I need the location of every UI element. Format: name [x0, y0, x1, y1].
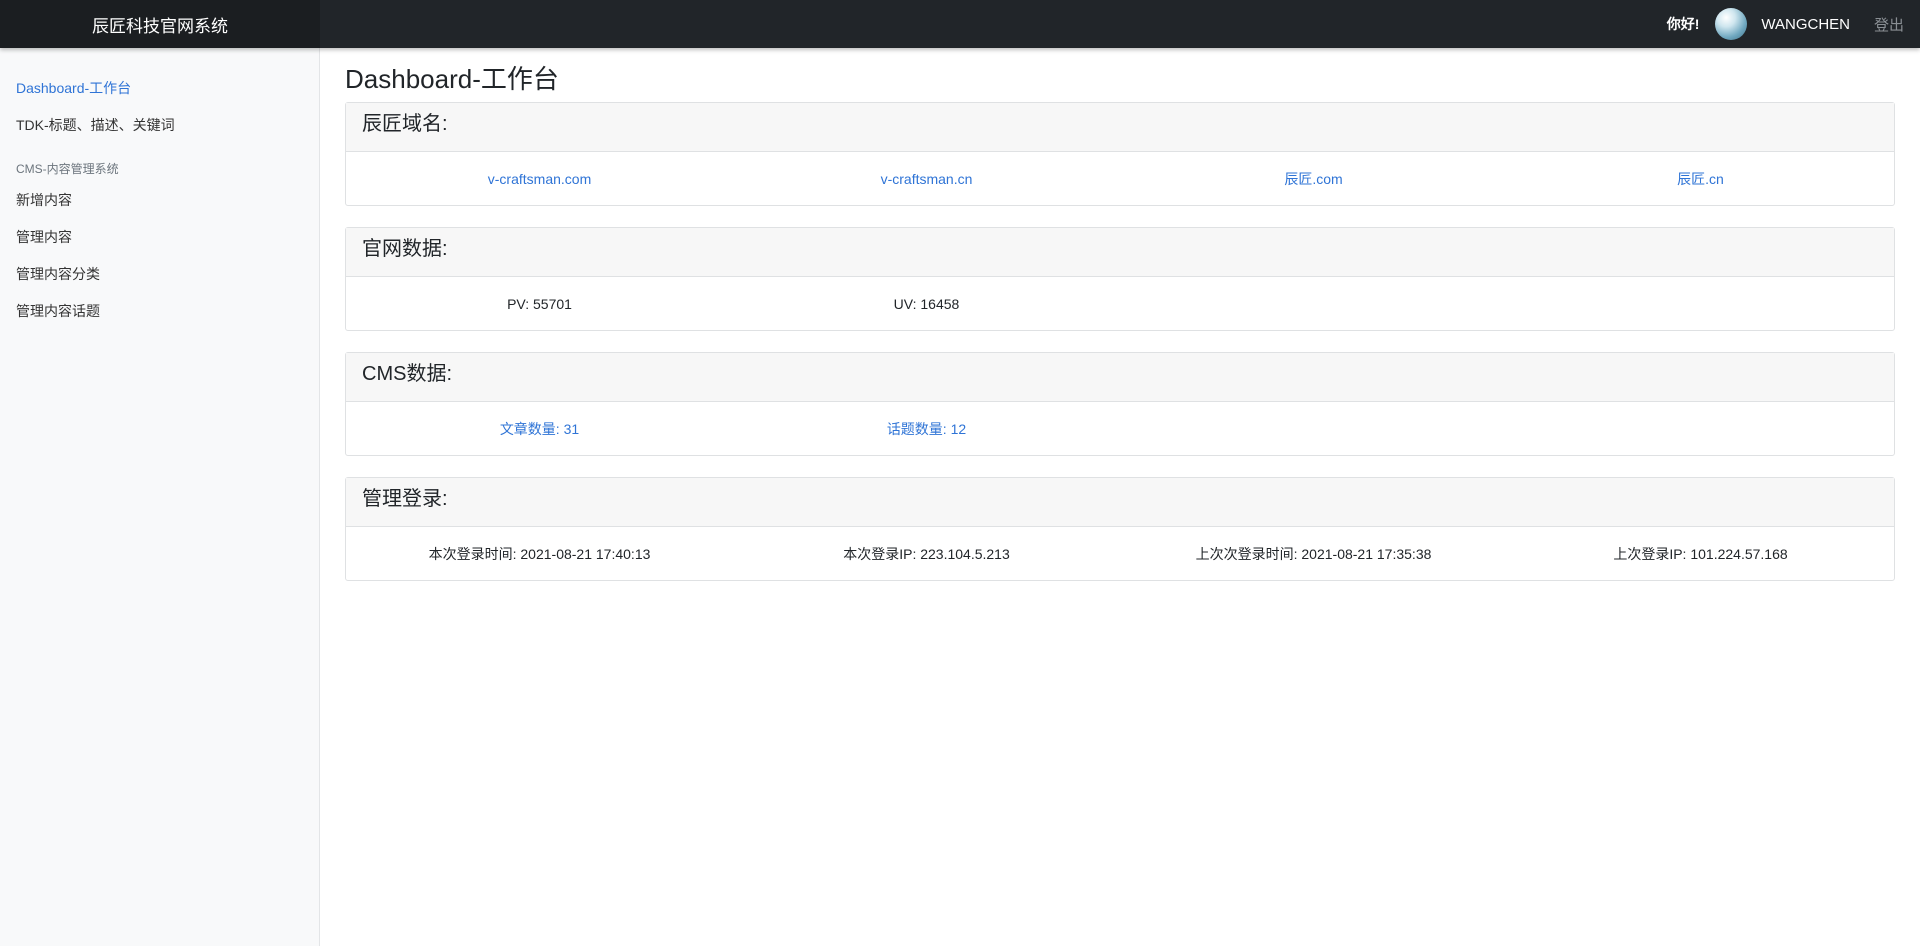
- pv-stat: PV: 55701: [507, 295, 572, 312]
- site-data-card-body: PV: 55701 UV: 16458: [346, 277, 1894, 330]
- logout-link[interactable]: 登出: [1874, 14, 1904, 35]
- last-login-ip: 上次登录IP: 101.224.57.168: [1613, 545, 1788, 562]
- site-data-card-header: 官网数据:: [346, 228, 1894, 277]
- domain-link[interactable]: v-craftsman.com: [346, 171, 733, 187]
- domains-card-body: v-craftsman.com v-craftsman.cn 辰匠.com 辰匠…: [346, 152, 1894, 205]
- top-navbar: 辰匠科技官网系统 你好! WANGCHEN 登出: [0, 0, 1920, 48]
- domain-link[interactable]: v-craftsman.cn: [733, 171, 1120, 187]
- domains-card-header: 辰匠域名:: [346, 103, 1894, 152]
- sidebar-item-manage-topics[interactable]: 管理内容话题: [0, 293, 319, 330]
- sidebar-item-add-content[interactable]: 新增内容: [0, 182, 319, 219]
- cms-data-card-header: CMS数据:: [346, 353, 1894, 402]
- site-data-card: 官网数据: PV: 55701 UV: 16458: [345, 227, 1895, 331]
- page-title: Dashboard-工作台: [345, 64, 559, 94]
- uv-stat: UV: 16458: [893, 295, 960, 312]
- domain-link[interactable]: 辰匠.com: [1120, 169, 1507, 189]
- sidebar-item-manage-content[interactable]: 管理内容: [0, 219, 319, 256]
- greeting-text: 你好!: [1666, 16, 1700, 32]
- current-login-ip: 本次登录IP: 223.104.5.213: [843, 545, 1010, 562]
- username[interactable]: WANGCHEN: [1761, 16, 1850, 33]
- login-card-body: 本次登录时间: 2021-08-21 17:40:13 本次登录IP: 223.…: [346, 527, 1894, 580]
- article-count-link[interactable]: 文章数量: 31: [346, 419, 733, 439]
- avatar[interactable]: [1715, 8, 1748, 40]
- domain-link[interactable]: 辰匠.cn: [1507, 169, 1894, 189]
- sidebar-section-heading-cms: CMS-内容管理系统: [16, 162, 119, 176]
- last-login-time: 上次次登录时间: 2021-08-21 17:35:38: [1195, 545, 1432, 562]
- user-area: 你好! WANGCHEN 登出: [1667, 0, 1920, 48]
- domains-card: 辰匠域名: v-craftsman.com v-craftsman.cn 辰匠.…: [345, 102, 1895, 206]
- current-login-time: 本次登录时间: 2021-08-21 17:40:13: [428, 545, 651, 562]
- sidebar: Dashboard-工作台 TDK-标题、描述、关键词 CMS-内容管理系统 新…: [0, 48, 320, 946]
- cms-data-card-body: 文章数量: 31 话题数量: 12: [346, 402, 1894, 455]
- sidebar-item-manage-categories[interactable]: 管理内容分类: [0, 256, 319, 293]
- brand-title[interactable]: 辰匠科技官网系统: [0, 0, 320, 48]
- topic-count-link[interactable]: 话题数量: 12: [733, 419, 1120, 439]
- sidebar-item-dashboard[interactable]: Dashboard-工作台: [0, 70, 319, 107]
- cms-data-card: CMS数据: 文章数量: 31 话题数量: 12: [345, 352, 1895, 456]
- login-card-header: 管理登录:: [346, 478, 1894, 527]
- main-content: Dashboard-工作台 辰匠域名: v-craftsman.com v-cr…: [345, 48, 1895, 602]
- sidebar-item-tdk[interactable]: TDK-标题、描述、关键词: [0, 107, 319, 144]
- login-card: 管理登录: 本次登录时间: 2021-08-21 17:40:13 本次登录IP…: [345, 477, 1895, 581]
